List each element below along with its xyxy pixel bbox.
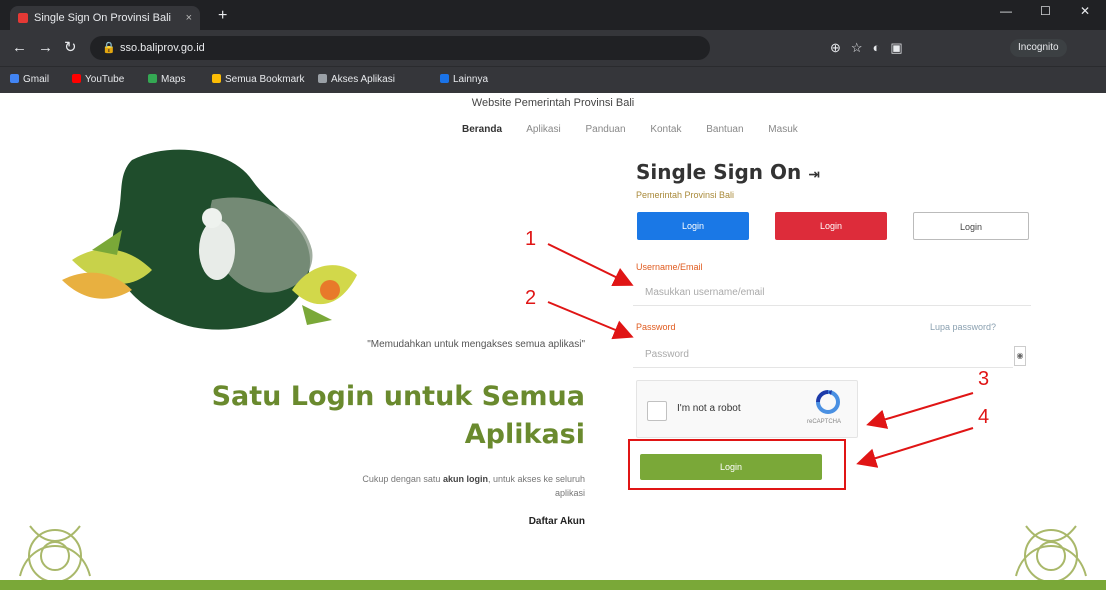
bookmark-label: Akses Aplikasi [331,74,395,85]
arrow-1 [547,243,634,286]
url-text: sso.baliprov.go.id [120,42,205,54]
hero-headline: Satu Login untuk Semua Aplikasi [210,378,585,454]
minimize-icon[interactable]: — [1000,4,1012,18]
bookmark-label: YouTube [85,74,125,85]
bookmark-icon [440,74,449,83]
annotation-number-1: 1 [525,228,537,250]
recaptcha-brand: reCAPTCHA [807,419,842,425]
tab-close-icon[interactable]: × [186,6,192,30]
username-label: Username/Email [636,262,703,272]
password-input[interactable]: Password [633,342,1013,368]
address-bar[interactable]: 🔒 sso.baliprov.go.id [90,36,710,60]
bookmark-item[interactable]: Semua Bookmark [212,71,304,89]
footer-bar [0,580,1106,590]
profile-button[interactable]: Incognito [1010,39,1067,57]
headline-line-1: Satu Login untuk Semua [211,381,585,412]
close-window-icon[interactable]: ✕ [1080,4,1090,18]
recaptcha-checkbox[interactable] [647,401,667,421]
desc-text: Cukup dengan satu [362,474,441,484]
favicon-icon [18,13,28,23]
tab-strip: Single Sign On Provinsi Bali × + — ☐ ✕ [0,0,1106,30]
bookmark-label: Lainnya [453,74,489,85]
nav-item-apps[interactable]: Aplikasi [526,124,560,135]
show-password-icon[interactable]: ◉ [1014,346,1026,366]
site-nav: Beranda Aplikasi Panduan Kontak Bantuan … [462,124,820,135]
recaptcha-text: I'm not a robot [677,403,741,414]
bookmark-item[interactable]: Gmail [10,71,49,89]
bookmark-item[interactable]: Maps [148,71,185,89]
sso-title: Single Sign On ⇥ [636,160,820,184]
bookmark-item[interactable]: Lainnya [440,71,488,89]
desc-bold: akun login [442,474,488,484]
recaptcha-widget: I'm not a robot reCAPTCHA [636,380,858,438]
forward-icon[interactable]: → [38,39,53,57]
arrow-2 [547,301,634,340]
sso-subtitle: Pemerintah Provinsi Bali [636,190,735,200]
bookmark-label: Gmail [23,74,50,85]
bookmark-icon [212,74,221,83]
lock-icon: 🔒 [102,42,116,54]
extension-icons[interactable]: ⊕☆◐▣ [830,40,913,56]
nav-item-home[interactable]: Beranda [462,124,502,135]
bookmark-icon [72,74,81,83]
hero-description: Cukup dengan satu akun login, untuk akse… [340,472,585,500]
bookmark-item[interactable]: Akses Aplikasi [318,71,395,89]
annotation-number-2: 2 [525,287,537,309]
tagline-quote: "Memudahkan untuk mengakses semua aplika… [367,339,585,350]
password-label: Password [636,322,676,332]
nav-item-guide[interactable]: Panduan [586,124,626,135]
bookmark-label: Semua Bookmark [225,74,305,85]
browser-tab[interactable]: Single Sign On Provinsi Bali × [10,6,200,30]
sso-login-button-plain[interactable]: Login [913,212,1029,240]
sso-login-button-red[interactable]: Login [775,212,887,240]
bookmark-label: Maps [161,74,186,85]
sso-login-button-blue[interactable]: Login [637,212,749,240]
site-title: Website Pemerintah Provinsi Bali [471,97,635,109]
bird-illustration [62,149,357,330]
new-tab-button[interactable]: + [218,6,227,26]
annotation-number-3: 3 [978,368,990,390]
bookmark-item[interactable]: YouTube [72,71,124,89]
reload-icon[interactable]: ↻ [64,39,77,57]
back-icon[interactable]: ← [12,39,27,57]
desc-text-2: , untuk akses ke seluruh aplikasi [487,474,585,498]
bookmark-icon [318,74,327,83]
left-ornament-icon [19,525,91,582]
annotation-number-4: 4 [978,406,990,428]
bookmarks-bar: Gmail YouTube Maps Semua Bookmark Akses … [0,66,1106,93]
browser-toolbar: ← → ↻ 🔒 sso.baliprov.go.id ⊕☆◐▣ Incognit… [0,30,1106,66]
nav-item-contact[interactable]: Kontak [650,124,681,135]
arrow-4 [856,427,974,468]
right-ornament-icon [1015,525,1087,582]
highlight-box [628,439,846,490]
bookmark-icon [10,74,19,83]
sign-in-icon: ⇥ [808,167,820,183]
recaptcha-logo-icon [816,390,840,414]
tab-title: Single Sign On Provinsi Bali [34,12,171,24]
nav-item-login[interactable]: Masuk [768,124,797,135]
arrow-3 [866,392,974,429]
username-input[interactable]: Masukkan username/email [633,280,1031,306]
forgot-password-link[interactable]: Lupa password? [930,322,996,332]
nav-item-help[interactable]: Bantuan [706,124,743,135]
maximize-icon[interactable]: ☐ [1040,4,1051,18]
headline-line-2: Aplikasi [464,419,585,450]
bookmark-icon [148,74,157,83]
register-link[interactable]: Daftar Akun [460,516,585,527]
browser-chrome: Single Sign On Provinsi Bali × + — ☐ ✕ ←… [0,0,1106,93]
sso-title-text: Single Sign On [636,160,802,184]
